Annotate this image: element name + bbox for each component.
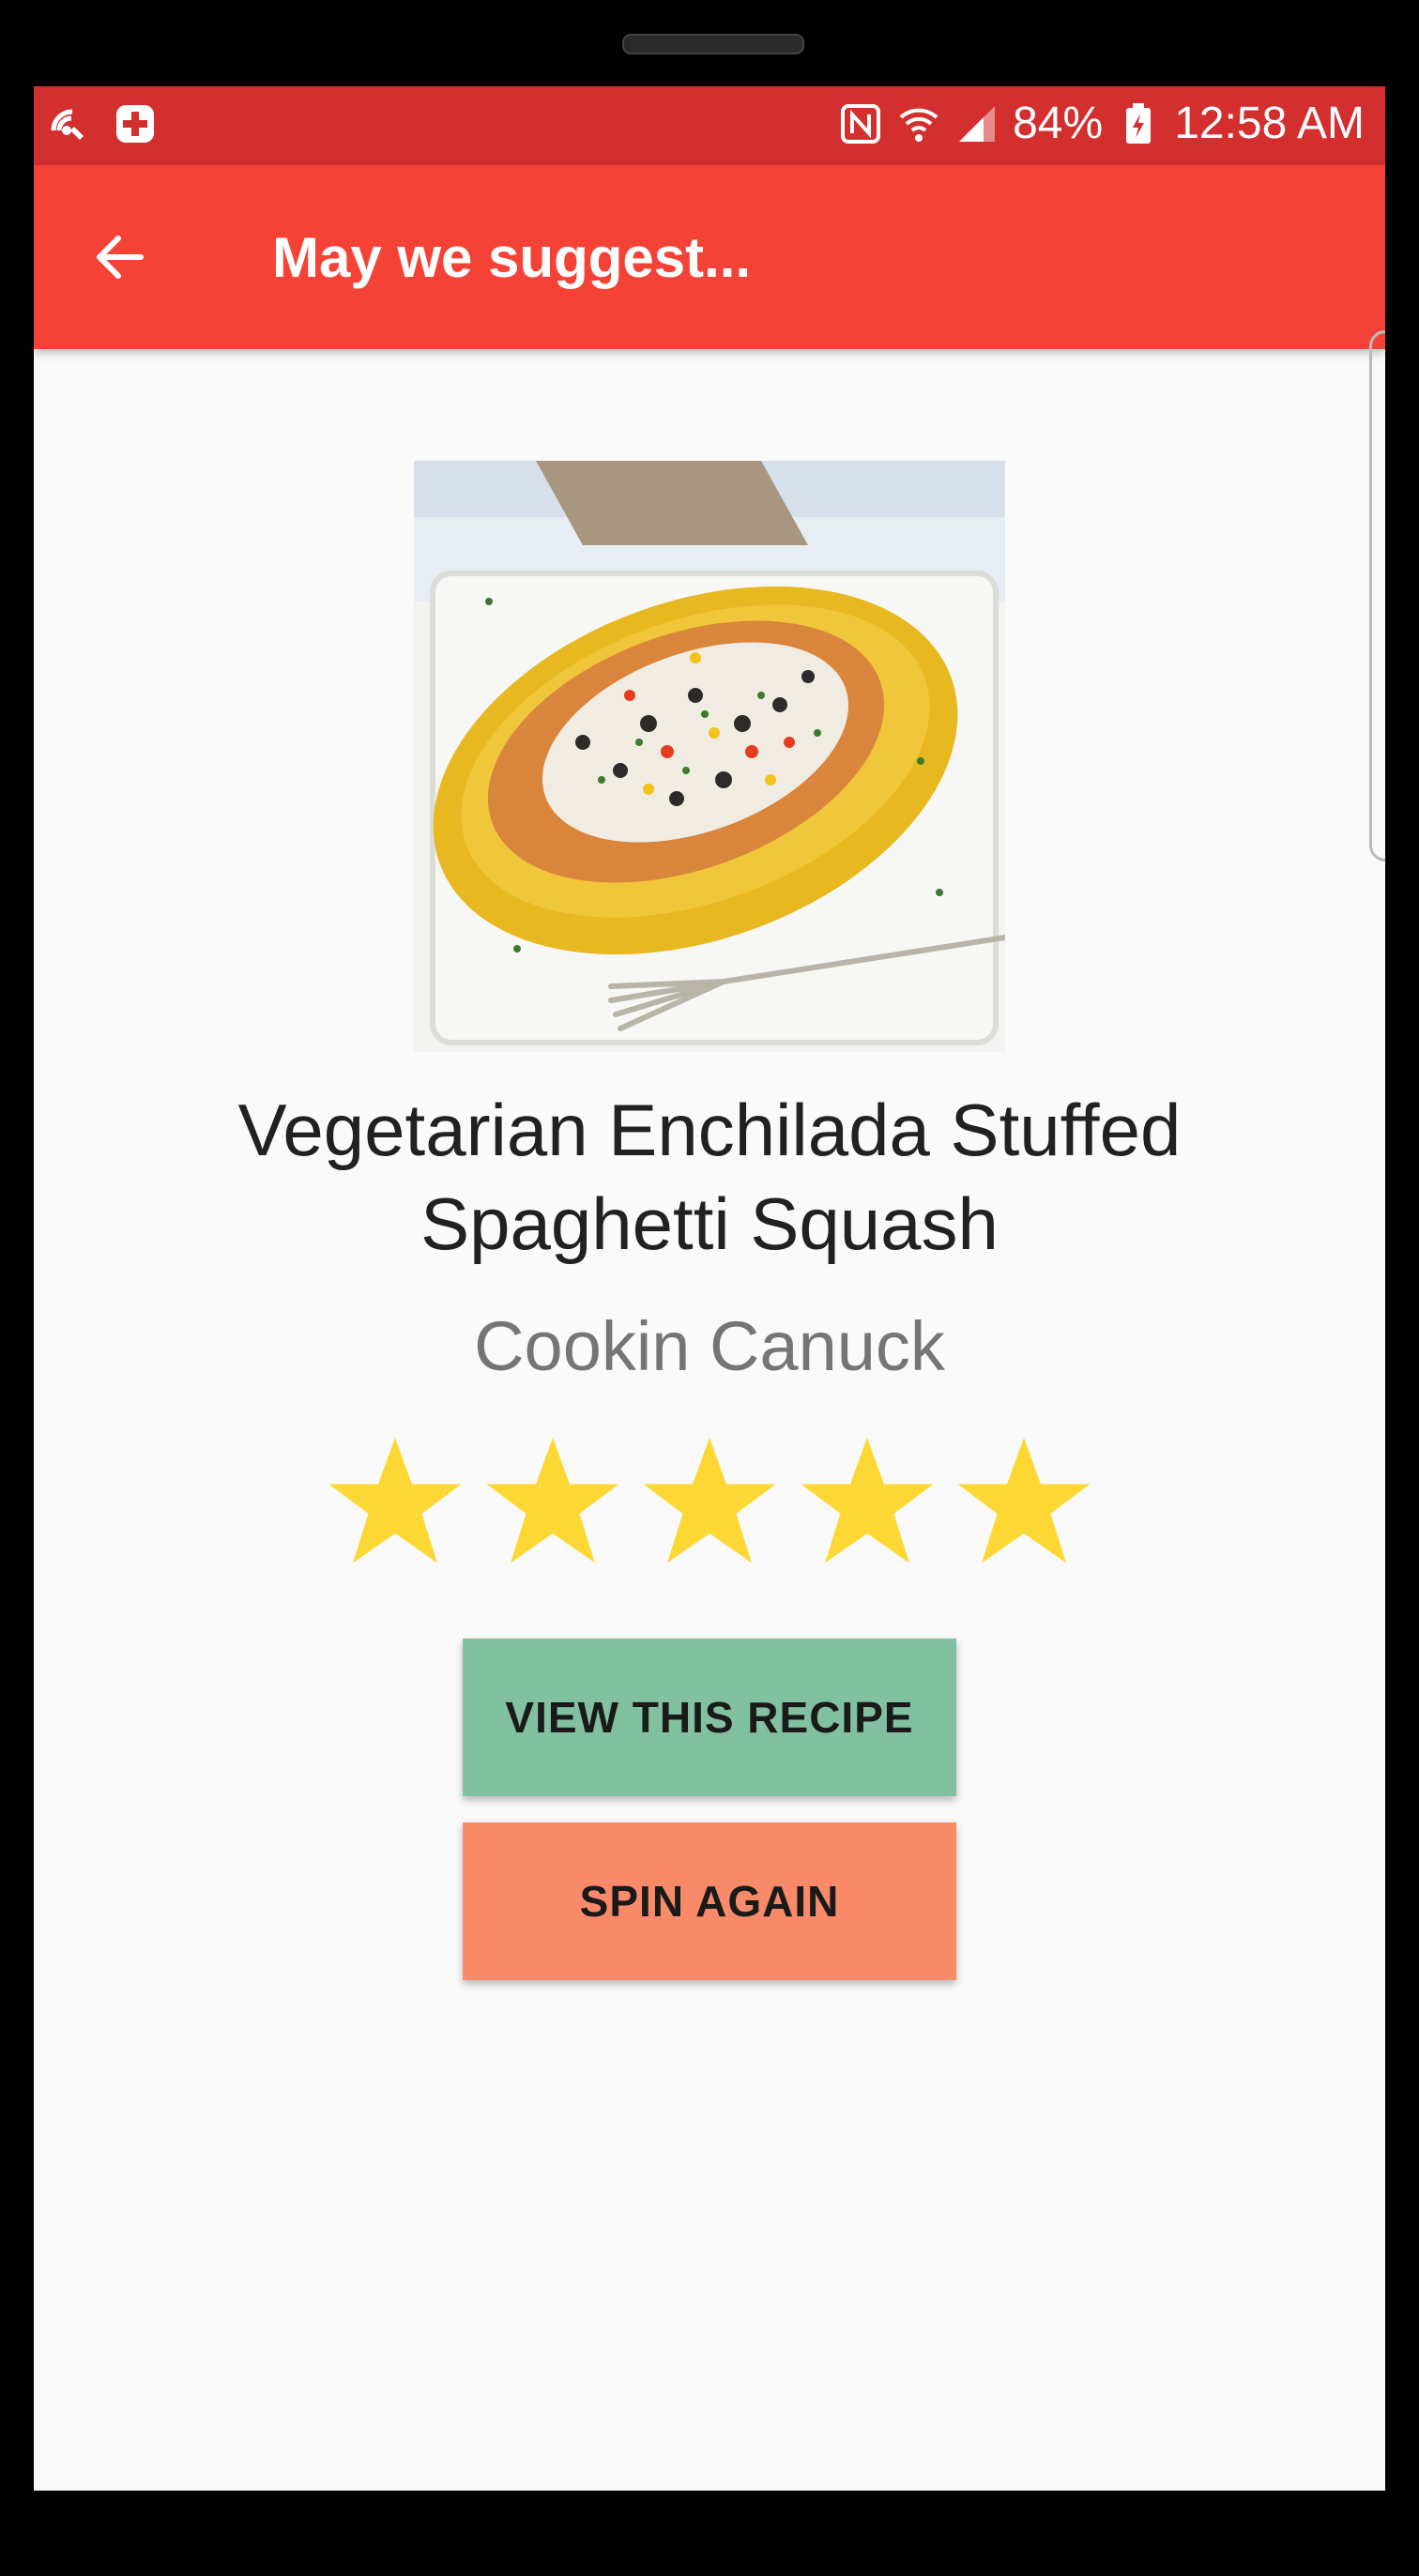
status-right-area: 84% 12:58 AM <box>838 98 1365 149</box>
recipe-author: Cookin Canuck <box>474 1307 945 1385</box>
status-time: 12:58 AM <box>1174 99 1365 148</box>
phone-speaker <box>622 34 804 54</box>
wifi-call-icon <box>47 101 92 146</box>
arrow-back-icon[interactable] <box>79 216 161 298</box>
health-plus-icon <box>113 101 158 146</box>
page-title: May we suggest... <box>272 226 752 289</box>
recipe-title: Vegetarian Enchilada Stuffed Spaghetti S… <box>237 1089 1182 1265</box>
app-bar: May we suggest... <box>34 165 1385 349</box>
view-recipe-button[interactable]: VIEW THIS RECIPE <box>463 1639 956 1796</box>
star-icon <box>328 1438 462 1563</box>
battery-charging-icon <box>1116 101 1161 146</box>
rating-stars <box>325 1432 1094 1573</box>
nfc-icon <box>838 101 883 146</box>
star-icon <box>801 1438 933 1563</box>
signal-icon <box>954 101 999 146</box>
status-left-icons <box>47 101 158 146</box>
battery-percent: 84% <box>1013 99 1104 148</box>
status-bar: 84% 12:58 AM <box>34 86 1385 165</box>
phone-screen: 84% 12:58 AM May we suggest... Vegetaria… <box>34 86 1385 2491</box>
spin-again-button[interactable]: SPIN AGAIN <box>463 1822 956 1980</box>
recipe-image <box>414 461 1005 1052</box>
star-icon <box>486 1438 618 1563</box>
star-icon <box>957 1438 1091 1563</box>
wifi-icon <box>896 101 941 146</box>
star-icon <box>643 1438 776 1563</box>
edge-panel-handle[interactable] <box>1369 330 1385 861</box>
